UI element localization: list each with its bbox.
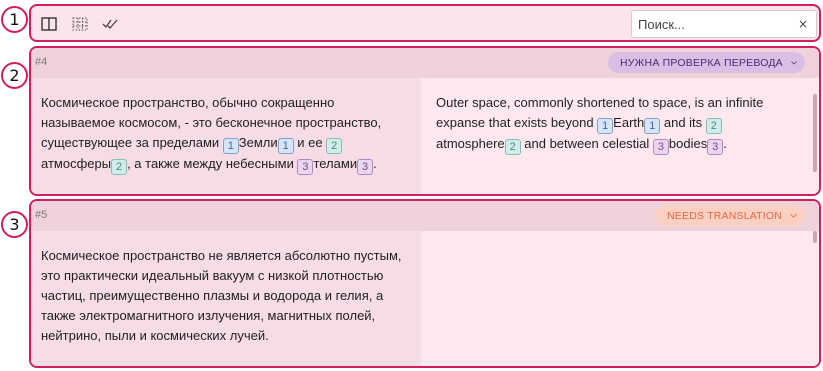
scrollbar[interactable]	[813, 94, 817, 172]
text-run: , а также между небесными	[127, 156, 298, 171]
search-box[interactable]: ×	[631, 10, 817, 38]
inline-tag-1[interactable]: 1	[597, 118, 614, 134]
callout-3: 3	[1, 211, 28, 238]
text-run: bodies	[668, 136, 708, 151]
text-run: and between celestial	[520, 136, 653, 151]
inline-tag-2[interactable]: 2	[705, 118, 722, 134]
source-cell: Космическое пространство, обычно сокраще…	[31, 78, 421, 194]
text-run: .	[373, 156, 377, 171]
chevron-down-icon	[790, 213, 797, 218]
text-run: атмосферы	[41, 156, 112, 171]
segment-id: #4	[35, 56, 48, 68]
inline-tag-3[interactable]: 3	[652, 139, 669, 155]
search-input[interactable]	[638, 14, 788, 34]
toolbar: ×	[29, 4, 821, 42]
text-run: .	[723, 136, 727, 151]
inline-tag-3[interactable]: 3	[297, 159, 314, 175]
target-cell[interactable]	[421, 231, 819, 366]
segment-id: #5	[35, 209, 48, 221]
close-icon[interactable]: ×	[796, 17, 810, 31]
status-label: NEEDS TRANSLATION	[667, 209, 783, 222]
status-label: НУЖНА ПРОВЕРКА ПЕРЕВОДА	[620, 56, 783, 69]
checklist-icon[interactable]	[101, 15, 119, 33]
text-run: Earth	[613, 115, 645, 130]
callout-2: 2	[1, 62, 28, 89]
segment-header: #5 NEEDS TRANSLATION	[31, 201, 819, 231]
text-run: и ее	[293, 135, 327, 150]
source-text: Космическое пространство не является абс…	[41, 246, 411, 346]
grid-icon[interactable]	[71, 15, 89, 33]
text-run: atmosphere	[436, 136, 505, 151]
text-run: Земли	[238, 135, 278, 150]
inline-tag-1[interactable]: 1	[644, 118, 661, 134]
inline-tag-1[interactable]: 1	[222, 138, 239, 154]
text-run: телами	[313, 156, 358, 171]
status-dropdown[interactable]: NEEDS TRANSLATION	[655, 205, 805, 226]
inline-tag-2[interactable]: 2	[504, 139, 521, 155]
status-dropdown[interactable]: НУЖНА ПРОВЕРКА ПЕРЕВОДА	[608, 52, 805, 73]
inline-tag-3[interactable]: 3	[357, 159, 374, 175]
split-view-icon[interactable]	[40, 15, 58, 33]
inline-tag-2[interactable]: 2	[111, 159, 128, 175]
inline-tag-2[interactable]: 2	[326, 138, 343, 154]
chevron-down-icon	[791, 60, 797, 65]
text-run: Космическое пространство не является абс…	[41, 248, 402, 343]
target-cell[interactable]: Outer space, commonly shortened to space…	[421, 78, 819, 194]
segment-header: #4 НУЖНА ПРОВЕРКА ПЕРЕВОДА	[31, 48, 819, 78]
segment-4: #4 НУЖНА ПРОВЕРКА ПЕРЕВОДА Космическое п…	[29, 46, 821, 196]
source-text: Космическое пространство, обычно сокраще…	[41, 93, 411, 175]
text-run: and its	[660, 115, 706, 130]
scrollbar[interactable]	[813, 231, 817, 243]
segment-5: #5 NEEDS TRANSLATION Космическое простра…	[29, 199, 821, 368]
inline-tag-1[interactable]: 1	[277, 138, 294, 154]
inline-tag-3[interactable]: 3	[707, 139, 724, 155]
callout-1: 1	[1, 6, 28, 33]
target-text[interactable]: Outer space, commonly shortened to space…	[436, 93, 786, 155]
source-cell: Космическое пространство не является абс…	[31, 231, 421, 366]
